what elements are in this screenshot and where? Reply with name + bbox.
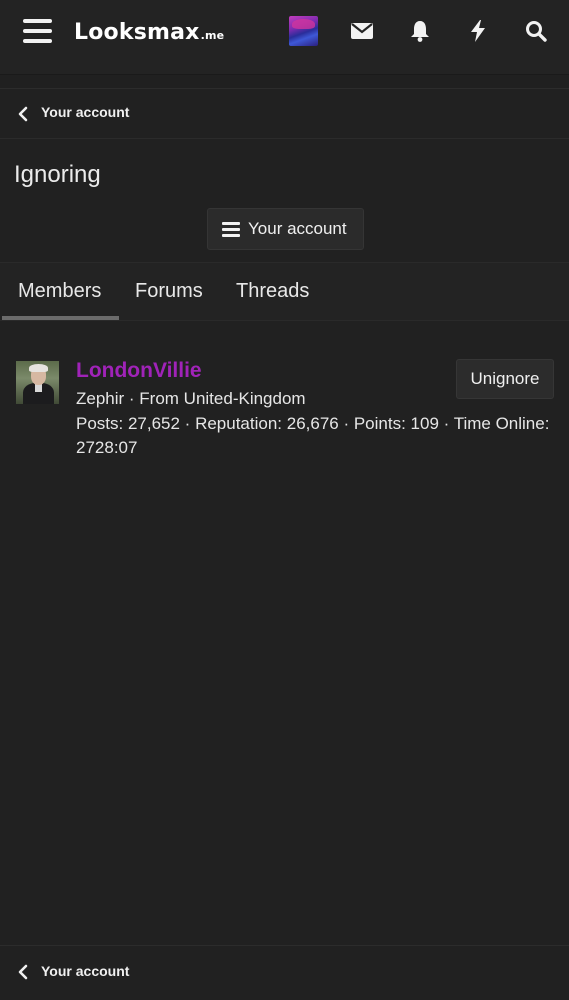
your-account-menu-button[interactable]: Your account	[207, 208, 364, 250]
bell-icon[interactable]	[407, 18, 433, 44]
chevron-left-icon[interactable]	[17, 106, 29, 122]
user-avatar[interactable]	[289, 16, 318, 46]
site-logo[interactable]: Looksmax.me	[74, 20, 224, 46]
active-tab-indicator	[2, 316, 119, 320]
unignore-button[interactable]: Unignore	[456, 359, 554, 399]
tab-members[interactable]: Members	[18, 280, 101, 303]
tab-forums[interactable]: Forums	[135, 280, 203, 303]
tab-threads[interactable]: Threads	[236, 280, 309, 303]
chevron-left-icon[interactable]	[17, 964, 29, 980]
member-username-link[interactable]: LondonVillie	[76, 359, 202, 383]
member-stats: Posts: 27,652 · Reputation: 26,676 · Poi…	[76, 414, 550, 457]
footer-breadcrumb: Your account	[0, 945, 569, 1000]
envelope-icon[interactable]	[349, 18, 375, 44]
menu-icon	[222, 221, 240, 237]
page-title: Ignoring	[14, 161, 101, 188]
footer-breadcrumb-your-account-link[interactable]: Your account	[41, 963, 129, 979]
top-navigation-bar: Looksmax.me	[0, 0, 569, 75]
search-icon[interactable]	[523, 18, 549, 44]
member-subtitle: Zephir · From United-Kingdom	[76, 389, 306, 408]
your-account-menu-label: Your account	[248, 219, 347, 238]
ignore-tabs: Members Forums Threads	[0, 262, 569, 321]
menu-icon[interactable]	[23, 18, 52, 45]
header-divider	[0, 75, 569, 89]
breadcrumb: Your account	[0, 89, 569, 139]
breadcrumb-your-account-link[interactable]: Your account	[41, 104, 129, 120]
member-avatar[interactable]	[16, 361, 59, 404]
bolt-icon[interactable]	[465, 18, 491, 44]
